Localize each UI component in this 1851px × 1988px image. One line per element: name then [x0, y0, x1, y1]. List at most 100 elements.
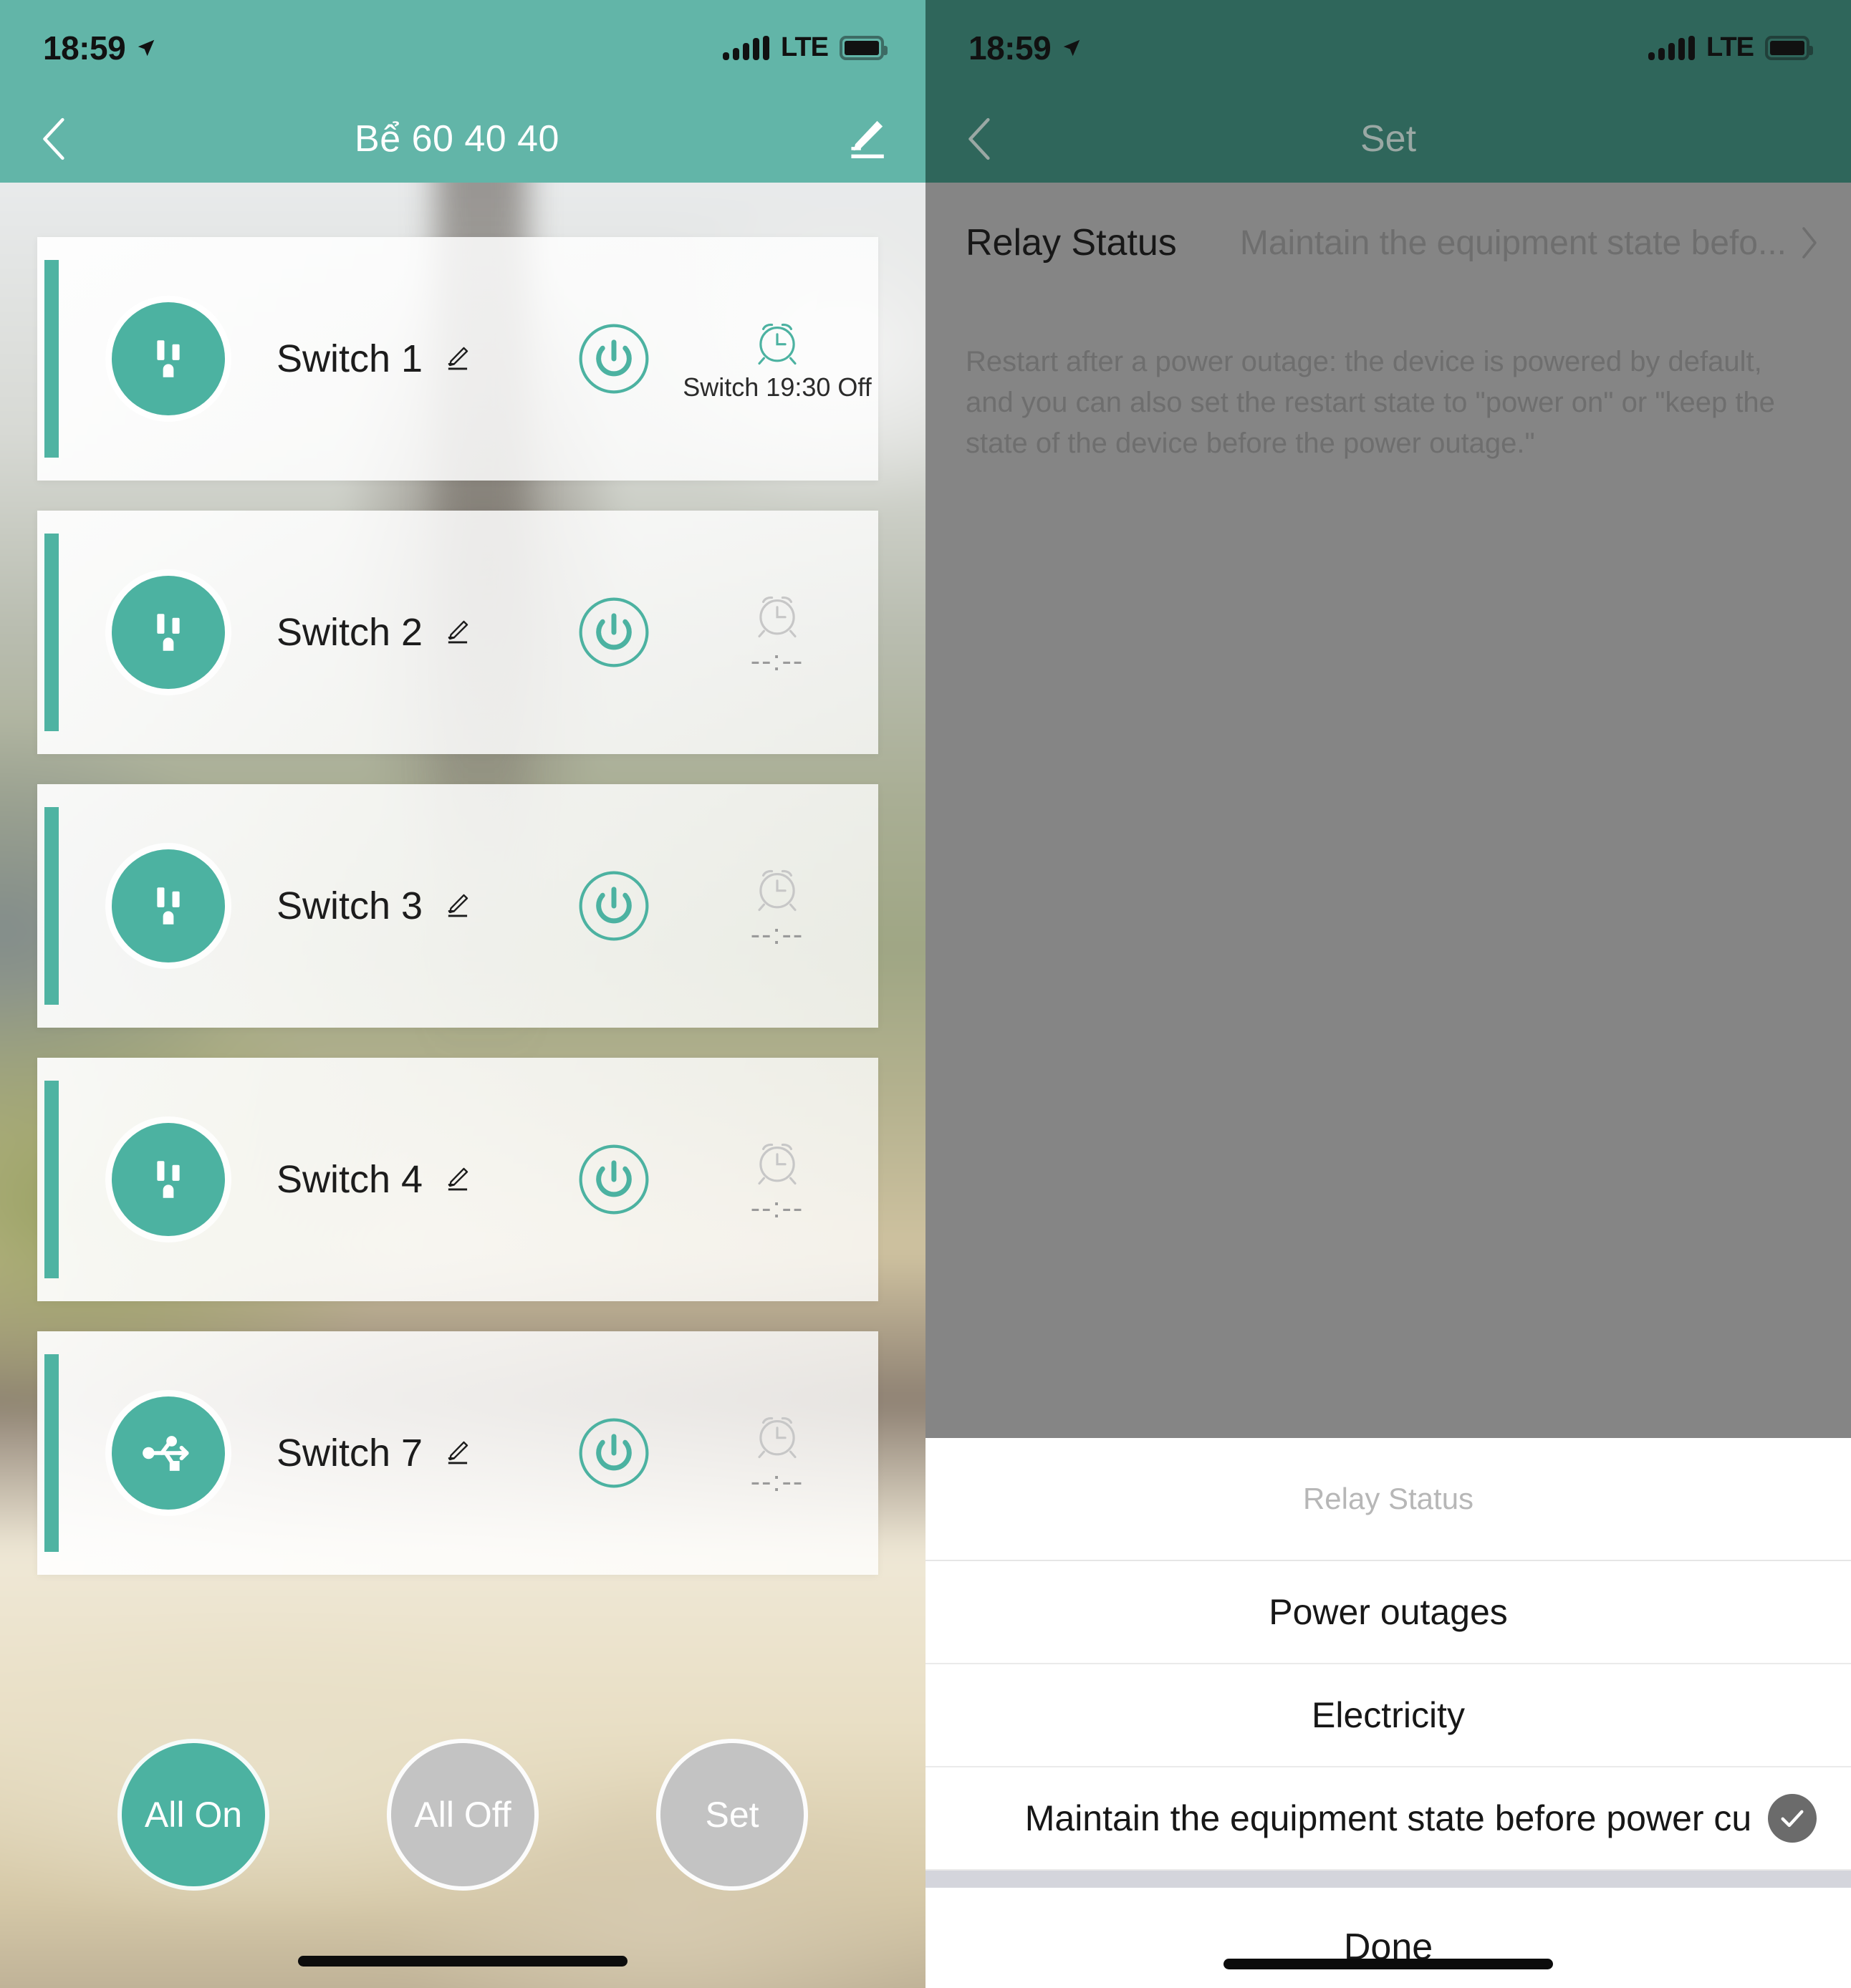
location-arrow-icon: [1063, 39, 1080, 56]
battery-full-icon: [840, 35, 888, 60]
relay-status-value: Maintain the equipment state befo...: [1239, 223, 1787, 262]
pencil-edit-icon[interactable]: [441, 1438, 471, 1468]
alarm-clock-icon: [758, 869, 797, 911]
status-time: 18:59: [43, 29, 126, 67]
status-bar-left: 18:59: [43, 29, 157, 67]
schedule-text: --:--: [750, 645, 804, 677]
relay-status-label: Relay Status: [966, 222, 1177, 264]
option-label: Power outages: [1269, 1592, 1508, 1632]
action-sheet-divider: [926, 1871, 1851, 1888]
schedule-text: --:--: [750, 1465, 804, 1497]
card-accent-bar: [44, 1081, 59, 1278]
page-title: Set: [1360, 118, 1417, 160]
bottom-action-bar: All On All Off Set: [0, 1739, 926, 1891]
set-button[interactable]: Set: [656, 1739, 808, 1891]
switch-name: Switch 4: [277, 1158, 423, 1201]
switch-name: Switch 2: [277, 611, 423, 654]
all-on-button[interactable]: All On: [117, 1739, 269, 1891]
switch-name-group: Switch 7: [277, 1431, 577, 1475]
switch-name-group: Switch 4: [277, 1157, 577, 1202]
power-outlet-icon[interactable]: [112, 849, 225, 962]
switch-name: Switch 3: [277, 884, 423, 927]
switch-card[interactable]: Switch 4 --:--: [37, 1058, 878, 1301]
location-arrow-icon: [138, 39, 155, 56]
carrier-label: LTE: [1706, 32, 1754, 62]
schedule-indicator[interactable]: --:--: [695, 1409, 860, 1498]
status-bar-right: LTE: [723, 32, 888, 63]
schedule-indicator[interactable]: Switch 19:30 Off: [683, 315, 872, 402]
page-title: Bể 60 40 40: [355, 118, 559, 160]
action-sheet-title: Relay Status: [926, 1438, 1851, 1561]
switch-card[interactable]: Switch 1 Switch 19:30 Off: [37, 237, 878, 481]
action-sheet-option-maintain-state[interactable]: Maintain the equipment state before powe…: [926, 1767, 1851, 1871]
power-toggle-button[interactable]: [577, 869, 650, 942]
card-accent-bar: [44, 534, 59, 731]
dual-screenshot: 18:59 LTE Bể 60 40 40 Switch 1 Switch 19…: [0, 0, 1851, 1988]
schedule-text: Switch 19:30 Off: [683, 372, 872, 402]
switch-card[interactable]: Switch 2 --:--: [37, 511, 878, 754]
alarm-clock-icon: [758, 1417, 797, 1458]
switch-name-group: Switch 2: [277, 610, 577, 655]
switch-name: Switch 7: [277, 1432, 423, 1475]
switch-list: Switch 1 Switch 19:30 Off Switch 2 --:--…: [0, 183, 926, 1575]
home-indicator: [298, 1956, 628, 1967]
all-off-button[interactable]: All Off: [387, 1739, 539, 1891]
power-outlet-icon[interactable]: [112, 576, 225, 689]
power-outlet-icon[interactable]: [112, 1123, 225, 1236]
chevron-left-icon[interactable]: [963, 117, 999, 161]
done-button[interactable]: Done: [926, 1888, 1851, 1988]
schedule-text: --:--: [750, 918, 804, 950]
switch-card[interactable]: Switch 7 --:--: [37, 1331, 878, 1575]
status-time: 18:59: [968, 29, 1052, 67]
schedule-indicator[interactable]: --:--: [695, 1135, 860, 1225]
power-toggle-button[interactable]: [577, 322, 650, 395]
action-sheet: Relay Status Power outages Electricity M…: [926, 1438, 1851, 1988]
navigation-bar: Set: [926, 95, 1851, 183]
carrier-label: LTE: [781, 32, 829, 62]
action-sheet-option-power-outages[interactable]: Power outages: [926, 1561, 1851, 1664]
power-toggle-button[interactable]: [577, 1143, 650, 1216]
card-accent-bar: [44, 807, 59, 1005]
right-phone-screen: 18:59 LTE Set Relay Status Maintain the …: [926, 0, 1851, 1988]
pencil-edit-icon[interactable]: [841, 115, 888, 163]
action-sheet-option-electricity[interactable]: Electricity: [926, 1664, 1851, 1767]
schedule-indicator[interactable]: --:--: [695, 588, 860, 677]
schedule-text: --:--: [750, 1192, 804, 1224]
alarm-clock-icon: [758, 596, 797, 637]
check-icon: [1768, 1794, 1817, 1843]
usb-icon[interactable]: [112, 1396, 225, 1510]
power-toggle-button[interactable]: [577, 1417, 650, 1490]
cellular-signal-icon: [1648, 35, 1696, 60]
power-outlet-icon[interactable]: [112, 302, 225, 415]
status-bar: 18:59 LTE: [0, 0, 926, 95]
card-accent-bar: [44, 260, 59, 458]
pencil-edit-icon[interactable]: [441, 617, 471, 647]
power-toggle-button[interactable]: [577, 596, 650, 669]
pencil-edit-icon[interactable]: [441, 344, 471, 374]
pencil-edit-icon[interactable]: [441, 1164, 471, 1195]
switch-card[interactable]: Switch 3 --:--: [37, 784, 878, 1028]
status-bar-left: 18:59: [968, 29, 1082, 67]
status-bar-right: LTE: [1648, 32, 1813, 63]
card-accent-bar: [44, 1354, 59, 1552]
chevron-left-icon[interactable]: [37, 117, 73, 161]
home-indicator: [1223, 1959, 1553, 1969]
left-phone-screen: 18:59 LTE Bể 60 40 40 Switch 1 Switch 19…: [0, 0, 926, 1988]
switch-name: Switch 1: [277, 337, 423, 380]
pencil-edit-icon[interactable]: [441, 891, 471, 921]
alarm-clock-icon: [758, 323, 797, 365]
switch-name-group: Switch 3: [277, 884, 577, 928]
navigation-bar: Bể 60 40 40: [0, 95, 926, 183]
status-bar: 18:59 LTE: [926, 0, 1851, 95]
alarm-clock-icon: [758, 1143, 797, 1184]
battery-full-icon: [1765, 35, 1813, 60]
cellular-signal-icon: [723, 35, 770, 60]
relay-status-value-group: Maintain the equipment state befo...: [1240, 223, 1819, 263]
switch-name-group: Switch 1: [277, 337, 577, 381]
chevron-right-icon: [1802, 227, 1817, 259]
schedule-indicator[interactable]: --:--: [695, 862, 860, 951]
option-label: Maintain the equipment state before powe…: [1024, 1798, 1752, 1838]
dimmed-content-area: Relay Status Maintain the equipment stat…: [926, 183, 1851, 1438]
relay-status-row[interactable]: Relay Status Maintain the equipment stat…: [926, 183, 1851, 303]
relay-description: Restart after a power outage: the device…: [966, 346, 1775, 459]
